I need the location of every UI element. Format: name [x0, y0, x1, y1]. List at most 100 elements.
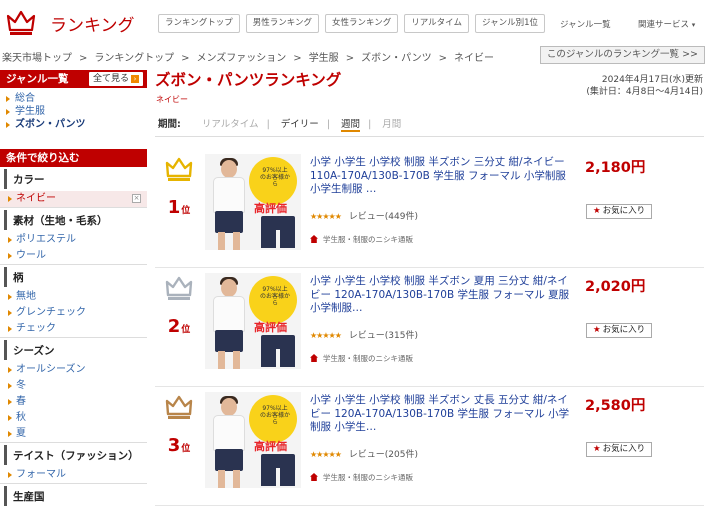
breadcrumb-navy[interactable]: ネイビー	[454, 53, 494, 64]
related-services-link[interactable]: 関連サービス ▾	[638, 18, 695, 30]
product-title-link[interactable]: 小学 小学生 小学校 制服 半ズボン 三分丈 紺/ネイビー 110A-170A/…	[310, 156, 572, 197]
filter-item-winter[interactable]: 冬	[0, 378, 147, 394]
product-image[interactable]: 97%以上のお客様から 高評価	[205, 273, 301, 369]
filter-item-summer[interactable]: 夏	[0, 426, 147, 442]
shop-row: 学生服・制服のニシキ通販	[310, 353, 413, 364]
nav-female-ranking[interactable]: 女性ランキング	[325, 14, 399, 33]
product-image[interactable]: 97%以上のお客様から 高評価	[205, 392, 301, 488]
product-price: 2,020円	[585, 279, 646, 295]
arrow-right-icon: ›	[131, 75, 139, 83]
ranking-item: 2位 97%以上のお客様から 高評価 小学 小学生 小学校 制服 半ズボン 夏用…	[155, 267, 704, 387]
genre-list-link[interactable]: ジャンル一覧	[560, 18, 611, 30]
filter-title: カラー	[4, 169, 147, 189]
genre-list: 総合 学生服 ズボン・パンツ	[0, 88, 147, 139]
product-title-link[interactable]: 小学 小学生 小学校 制服 半ズボン 夏用 三分丈 紺/ネイビー 120A-17…	[310, 275, 572, 316]
show-all-button[interactable]: 全て見る ›	[88, 72, 143, 86]
filter-group-origin: 生産国	[0, 486, 147, 506]
filter-item-label: ネイビー	[16, 193, 56, 204]
star-rating: ★★★★★	[310, 331, 342, 340]
review-link[interactable]: レビュー(205件)	[349, 450, 418, 460]
image-detail	[218, 351, 240, 369]
filter-item-formal[interactable]: フォーマル	[0, 467, 147, 483]
genre-item-uniform[interactable]: 学生服	[6, 105, 147, 118]
tab-weekly[interactable]: 週間	[341, 119, 361, 132]
badge-high-rating: 高評価	[254, 321, 287, 334]
genre-item-general[interactable]: 総合	[6, 92, 147, 105]
review-link[interactable]: レビュー(315件)	[349, 331, 418, 341]
period-range: (集計日：4月8日～4月14日)	[586, 87, 703, 97]
badge-high-rating: 高評価	[254, 440, 287, 453]
close-icon[interactable]: ×	[132, 194, 141, 203]
rank-suffix: 位	[181, 444, 191, 454]
nav-genre-first[interactable]: ジャンル別1位	[475, 14, 545, 33]
star-icon: ★	[593, 206, 601, 216]
filter-item-all-season[interactable]: オールシーズン	[0, 362, 147, 378]
image-detail	[221, 279, 237, 297]
tab-divider: |	[326, 119, 331, 130]
header: ランキング ランキングトップ 男性ランキング 女性ランキング リアルタイム ジャ…	[0, 0, 709, 47]
shop-row: 学生服・制服のニシキ通販	[310, 234, 413, 245]
genre-item-pants[interactable]: ズボン・パンツ	[6, 118, 147, 131]
breadcrumb-student-uniform[interactable]: 学生服	[309, 53, 339, 64]
favorite-button[interactable]: ★ お気に入り	[586, 204, 653, 219]
review-link[interactable]: レビュー(449件)	[349, 212, 418, 222]
breadcrumb-rakuten-top[interactable]: 楽天市場トップ	[2, 53, 72, 64]
rank-number: 3位	[161, 435, 197, 456]
filter-item-glen-check[interactable]: グレンチェック	[0, 305, 147, 321]
filter-item-wool[interactable]: ウール	[0, 248, 147, 264]
filter-title: 柄	[4, 267, 147, 287]
breadcrumb-mens-fashion[interactable]: メンズファッション	[196, 53, 286, 64]
filter-item-plain[interactable]: 無地	[0, 289, 147, 305]
nav-male-ranking[interactable]: 男性ランキング	[245, 14, 319, 33]
tab-monthly[interactable]: 月間	[382, 119, 401, 130]
filter-item-polyester[interactable]: ポリエステル	[0, 232, 147, 248]
favorite-button[interactable]: ★ お気に入り	[586, 323, 653, 338]
review-row: ★★★★★ レビュー(205件)	[310, 447, 418, 460]
product-image[interactable]: 97%以上のお客様から 高評価	[205, 154, 301, 250]
product-price: 2,180円	[585, 160, 646, 176]
nav-realtime[interactable]: リアルタイム	[404, 14, 469, 33]
shop-link[interactable]: 学生服・制服のニシキ通販	[323, 473, 413, 482]
filter-header: 条件で絞り込む	[0, 149, 147, 167]
nav-ranking-top[interactable]: ランキングトップ	[158, 14, 240, 33]
tab-daily[interactable]: デイリー	[281, 119, 319, 130]
image-detail	[221, 398, 237, 416]
ranking-logo[interactable]: ランキング	[6, 6, 136, 40]
breadcrumb-separator: >	[79, 53, 88, 64]
filter-item-navy[interactable]: ネイビー ×	[0, 191, 147, 207]
filter-item-autumn[interactable]: 秋	[0, 410, 147, 426]
image-detail	[261, 335, 295, 367]
tab-divider: |	[368, 119, 372, 130]
divider	[155, 136, 704, 137]
rank-number: 2位	[161, 316, 197, 337]
shop-home-icon	[310, 354, 318, 362]
crown-icon	[165, 395, 193, 419]
top-nav: ランキングトップ 男性ランキング 女性ランキング リアルタイム ジャンル別1位	[158, 14, 551, 33]
genre-list-header: ジャンル一覧 全て見る ›	[0, 70, 147, 88]
filter-title: 生産国	[4, 486, 147, 506]
product-title-link[interactable]: 小学 小学生 小学校 制服 半ズボン 丈長 五分丈 紺/ネイビー 120A-17…	[310, 394, 572, 435]
filter-title: シーズン	[4, 340, 147, 360]
genre-ranking-list-button[interactable]: このジャンルのランキング一覧 >>	[539, 46, 705, 64]
show-all-label: 全て見る	[92, 74, 129, 84]
favorite-label: お気に入り	[602, 325, 646, 335]
period-tabs: 期間: リアルタイム | デイリー | 週間 | 月間	[155, 116, 705, 132]
star-rating: ★★★★★	[310, 212, 342, 221]
site-title: ランキング	[50, 15, 135, 36]
review-label: レビュー	[348, 331, 385, 341]
tab-realtime[interactable]: リアルタイム	[202, 119, 259, 130]
filter-group-material: 素材（生地・毛系） ポリエステル ウール	[0, 210, 147, 265]
badge-text: 97%以上のお客様から	[260, 167, 291, 188]
image-detail	[213, 177, 245, 213]
shop-link[interactable]: 学生服・制服のニシキ通販	[323, 235, 413, 244]
shop-link[interactable]: 学生服・制服のニシキ通販	[323, 354, 413, 363]
filter-item-spring[interactable]: 春	[0, 394, 147, 410]
breadcrumb-pants[interactable]: ズボン・パンツ	[361, 53, 432, 64]
ranking-item: 3位 97%以上のお客様から 高評価 小学 小学生 小学校 制服 半ズボン 丈長…	[155, 386, 704, 506]
filter-item-check[interactable]: チェック	[0, 321, 147, 337]
favorite-button[interactable]: ★ お気に入り	[586, 442, 653, 457]
breadcrumb-ranking-top[interactable]: ランキングトップ	[94, 53, 174, 64]
breadcrumb-separator: >	[438, 53, 447, 64]
shop-home-icon	[310, 235, 318, 243]
rank-badge: 3位	[161, 394, 197, 456]
